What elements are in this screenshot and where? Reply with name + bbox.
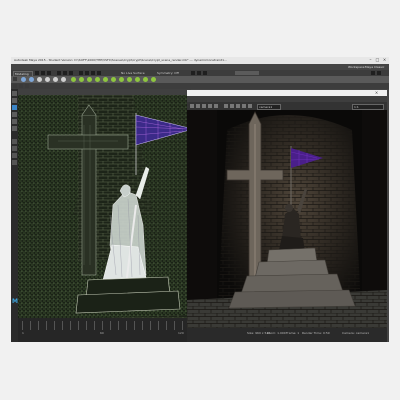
snap-curve-icon[interactable] [85, 71, 89, 75]
close-icon[interactable]: × [382, 58, 387, 62]
shelf-menu-icon[interactable] [13, 77, 17, 81]
shelf-foamy-icon[interactable] [119, 77, 124, 82]
viewport-wireframe[interactable]: View Shading Lighting Show Renderer Pane… [18, 89, 191, 342]
sign-in-button[interactable] [235, 71, 259, 75]
shelf-relax-icon[interactable] [87, 77, 92, 82]
shelf-nurbs-icon[interactable] [29, 77, 34, 82]
render-zoom: zoom: 1.000 [267, 331, 286, 335]
render-settings-icon[interactable] [203, 71, 207, 75]
timeline-start: 1 [22, 331, 24, 335]
window-title: Autodesk Maya 2015 - Student Version: D:… [14, 58, 227, 62]
maya-screen: Autodesk Maya 2015 - Student Version: D:… [11, 57, 389, 342]
shelf-wax-icon[interactable] [151, 77, 156, 82]
save-scene-icon[interactable] [47, 71, 51, 75]
channel-box-icon[interactable] [377, 71, 381, 75]
alpha-channel-icon[interactable] [230, 104, 234, 108]
shelf-sculpt-icon[interactable] [71, 77, 76, 82]
lasso-tool-icon[interactable] [12, 98, 17, 103]
move-tool-icon[interactable] [12, 112, 17, 117]
redo-render-icon[interactable] [190, 104, 194, 108]
shelf-imprint-icon[interactable] [143, 77, 148, 82]
render-frame: Frame: 1 [286, 331, 300, 335]
render-region-icon[interactable] [196, 104, 200, 108]
symmetry-label[interactable]: Symmetry: Off [157, 71, 179, 75]
wire-pedestal [75, 276, 181, 314]
one-to-one-icon[interactable] [236, 104, 240, 108]
render-view-toolbar: camera1 1:1 [187, 102, 387, 110]
snap-grid-icon[interactable] [79, 71, 83, 75]
wireframe-scene [18, 95, 191, 342]
new-scene-icon[interactable] [35, 71, 39, 75]
snap-point-icon[interactable] [91, 71, 95, 75]
paint-select-icon[interactable] [12, 105, 17, 110]
render-camera: Camera: camera1 [342, 331, 369, 335]
maximize-icon[interactable]: □ [375, 58, 380, 62]
maya-logo-icon: M [12, 298, 18, 305]
refresh-icon[interactable] [214, 104, 218, 108]
remove-image-icon[interactable] [248, 104, 252, 108]
render-view-close-icon[interactable]: × [374, 91, 379, 95]
ipr-icon[interactable] [208, 104, 212, 108]
shelf-cone-icon[interactable] [53, 77, 58, 82]
live-surface-label[interactable]: No Live Surface [121, 71, 145, 75]
open-scene-icon[interactable] [41, 71, 45, 75]
shelf-polygon-icon[interactable] [21, 77, 26, 82]
rotate-tool-icon[interactable] [12, 119, 17, 124]
select-component-icon[interactable] [69, 71, 73, 75]
shelf-pinch-icon[interactable] [103, 77, 108, 82]
minimize-icon[interactable]: – [368, 58, 373, 62]
render-view-window[interactable]: Render View × File View Render IPR Optio… [187, 90, 387, 342]
render-time: Render Time: 0:59 [302, 331, 330, 335]
timeline-end: 120 [178, 331, 184, 335]
ipr-render-icon[interactable] [197, 71, 201, 75]
shelf-repeat-icon[interactable] [135, 77, 140, 82]
time-slider[interactable]: 1 60 120 [18, 318, 191, 342]
rendered-image [187, 110, 387, 328]
snap-plane-icon[interactable] [97, 71, 101, 75]
attribute-editor-icon[interactable] [371, 71, 375, 75]
shelf-tab-polygons[interactable] [19, 84, 23, 88]
snapshot-icon[interactable] [202, 104, 206, 108]
shelf-cylinder-icon[interactable] [45, 77, 50, 82]
layout-four-icon[interactable] [12, 146, 17, 151]
select-tool-icon[interactable] [12, 91, 17, 96]
shelf-tab-curves[interactable] [13, 84, 17, 88]
shelf-flatten-icon[interactable] [111, 77, 116, 82]
shelf-plane-icon[interactable] [61, 77, 66, 82]
render-icon[interactable] [191, 71, 195, 75]
shelf-tab-sculpting[interactable] [25, 84, 29, 88]
toolbox: M [11, 89, 18, 342]
select-object-icon[interactable] [63, 71, 67, 75]
time-slider-ticks [22, 321, 187, 330]
window-titlebar[interactable]: Autodesk Maya 2015 - Student Version: D:… [11, 57, 389, 64]
scale-tool-icon[interactable] [12, 126, 17, 131]
shelf-smooth-icon[interactable] [79, 77, 84, 82]
layout-single-icon[interactable] [12, 139, 17, 144]
rgb-channels-icon[interactable] [224, 104, 228, 108]
layout-outliner-icon[interactable] [12, 160, 17, 165]
render-view-status: Size: 960 x 540 zoom: 1.000 Frame: 1 Ren… [187, 328, 387, 342]
layout-two-icon[interactable] [12, 153, 17, 158]
shelf-spray-icon[interactable] [127, 77, 132, 82]
select-hierarchy-icon[interactable] [57, 71, 61, 75]
shelf [11, 76, 389, 83]
shelf-cube-icon[interactable] [37, 77, 42, 82]
shelf-grab-icon[interactable] [95, 77, 100, 82]
timeline-mid: 60 [100, 331, 104, 335]
keep-image-icon[interactable] [242, 104, 246, 108]
